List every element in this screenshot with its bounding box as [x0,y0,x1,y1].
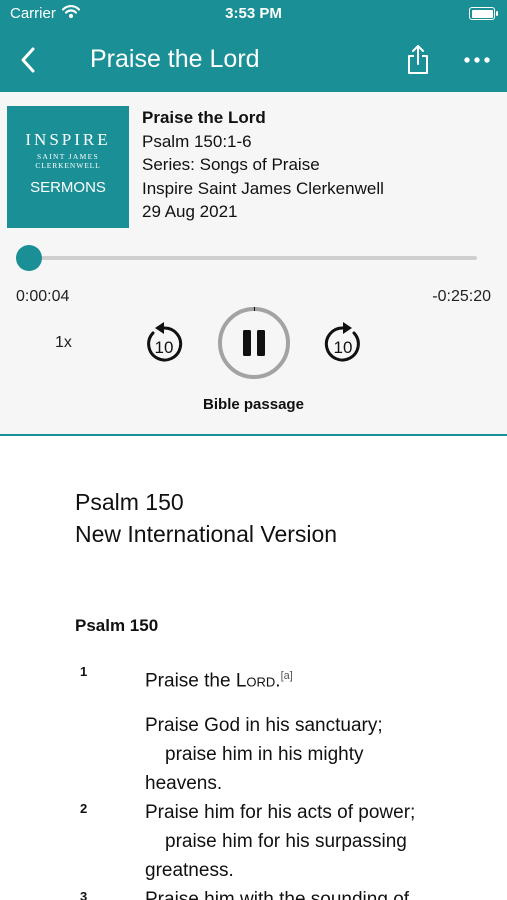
verse-line: Praise him for his acts of power; [145,802,416,823]
passage-reference: Psalm 150 [75,489,184,515]
passage-reference-block: Psalm 150 New International Version [75,486,337,550]
bible-passage-view[interactable]: Psalm 150 New International Version Psal… [0,436,507,900]
status-bar: Carrier 3:53 PM [0,0,507,28]
seek-knob[interactable] [16,245,43,271]
sermon-passage: Psalm 150:1-6 [142,131,252,151]
sermon-artwork: INSPIRE SAINT JAMES CLERKENWELL SERMONS [7,106,129,228]
sermon-meta: Praise the Lord Psalm 150:1-6 Series: So… [142,106,384,224]
lord-small-caps: Lord [235,670,276,692]
sermon-title: Praise the Lord [142,108,266,127]
verse-number-2: 2 [80,801,88,816]
verse-line: Praise God in his sanctuary; [145,715,383,736]
skip-forward-seconds: 10 [334,338,353,357]
artwork-line-4: SERMONS [30,179,106,196]
verse-line: greatness. [145,860,234,881]
artwork-line-3: CLERKENWELL [35,161,101,170]
passage-heading: Psalm 150 [75,616,159,635]
verse-text: Praise the [145,670,236,692]
verse-number-1: 1 [80,664,88,679]
seek-track[interactable] [28,256,477,260]
verse-line: praise him in his mighty [165,744,364,765]
battery-icon [469,7,498,20]
skip-forward-icon[interactable]: 10 [319,320,367,368]
pause-icon[interactable] [216,305,292,381]
remaining-time: -0:25:20 [432,288,491,305]
page-title: Praise the Lord [90,45,260,73]
back-chevron-icon[interactable] [14,42,44,78]
share-icon[interactable] [403,42,433,78]
sermon-date: 29 Aug 2021 [142,202,238,221]
sermon-header: INSPIRE SAINT JAMES CLERKENWELL SERMONS … [0,92,507,435]
status-time: 3:53 PM [225,5,282,22]
bible-passage-tab[interactable]: Bible passage [0,396,507,413]
verse-line: Praise him with the sounding of [145,889,410,900]
sermon-church: Inspire Saint James Clerkenwell [142,178,384,198]
verse-number-3: 3 [80,889,88,900]
verse-line: Praise the Lord.[a] [145,662,293,695]
elapsed-time: 0:00:04 [16,288,70,305]
footnote-link[interactable]: [a] [281,670,293,682]
verse-line: heavens. [145,773,223,794]
more-icon[interactable] [462,52,492,68]
verse-line: praise him for his surpassing [165,831,407,852]
artwork-line-1: INSPIRE [25,130,111,149]
sermon-series: Series: Songs of Praise [142,155,320,174]
skip-back-seconds: 10 [155,338,174,357]
skip-back-icon[interactable]: 10 [140,320,188,368]
playback-speed-button[interactable]: 1x [55,334,72,352]
navigation-bar: Praise the Lord [0,28,507,92]
passage-version: New International Version [75,521,338,547]
artwork-line-2: SAINT JAMES [37,152,99,161]
